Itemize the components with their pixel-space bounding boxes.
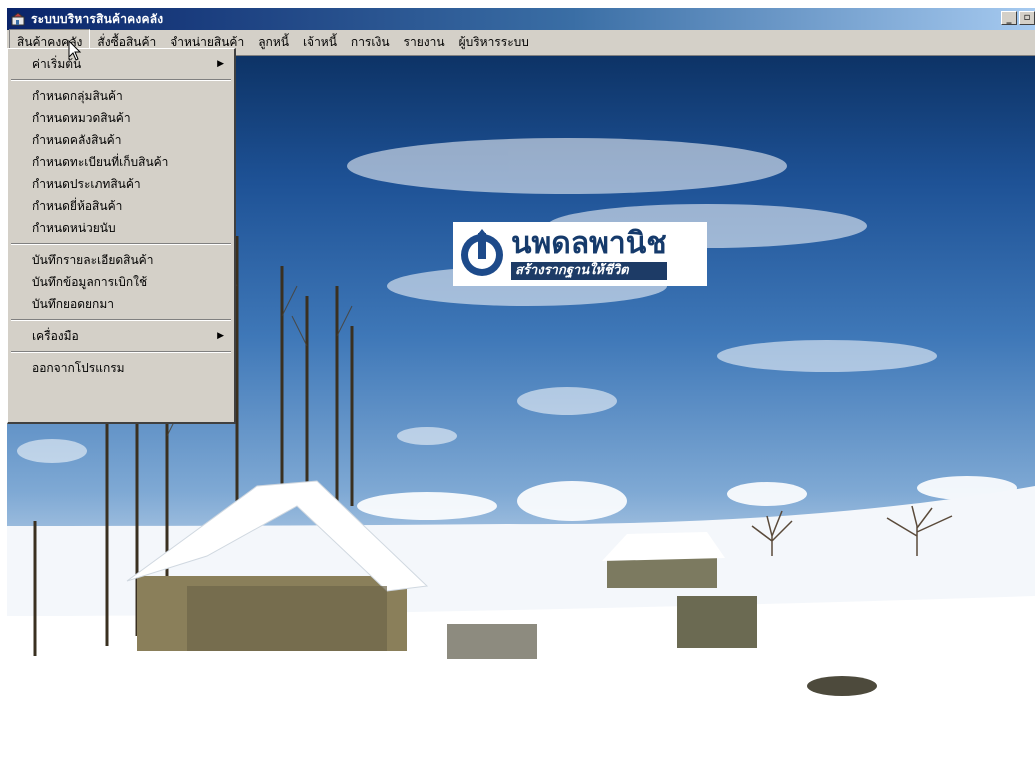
submenu-arrow-icon: ▶ xyxy=(217,59,224,69)
menu-item-brand[interactable]: กำหนดยี่ห้อสินค้า xyxy=(8,195,234,217)
menu-item-withdrawal[interactable]: บันทึกข้อมูลการเบิกใช้ xyxy=(8,271,234,293)
menu-separator xyxy=(11,79,231,81)
minimize-button[interactable]: _ xyxy=(1001,11,1017,25)
menu-admin[interactable]: ผู้บริหารระบบ xyxy=(452,30,536,55)
title-bar[interactable]: ระบบบริหารสินค้าคงคลัง _ ▫ xyxy=(7,8,1035,30)
restore-icon: ▫ xyxy=(1023,12,1031,23)
submenu-arrow-icon: ▶ xyxy=(217,331,224,341)
menu-item-product-group[interactable]: กำหนดกลุ่มสินค้า xyxy=(8,85,234,107)
menu-item-product-category[interactable]: กำหนดหมวดสินค้า xyxy=(8,107,234,129)
menu-receivables[interactable]: ลูกหนี้ xyxy=(251,30,296,55)
menu-separator xyxy=(11,351,231,353)
menu-separator xyxy=(11,243,231,245)
menu-reports[interactable]: รายงาน xyxy=(397,30,452,55)
minimize-icon: _ xyxy=(1006,13,1012,24)
menu-item-unit[interactable]: กำหนดหน่วยนับ xyxy=(8,217,234,239)
menu-item-label: เครื่องมือ xyxy=(32,329,79,343)
menu-item-warehouse[interactable]: กำหนดคลังสินค้า xyxy=(8,129,234,151)
menu-item-storage-location[interactable]: กำหนดทะเบียนที่เก็บสินค้า xyxy=(8,151,234,173)
mouse-cursor-icon xyxy=(68,39,82,65)
menu-item-tools[interactable]: เครื่องมือ ▶ xyxy=(8,325,234,347)
restore-button[interactable]: ▫ xyxy=(1019,11,1035,25)
company-logo: นพดลพานิช สร้างรากฐานให้ชีวิต xyxy=(453,222,707,286)
inventory-dropdown-menu: ค่าเริ่มต้น ▶ กำหนดกลุ่มสินค้า กำหนดหมวด… xyxy=(7,48,236,424)
logo-name: นพดลพานิช xyxy=(511,226,667,261)
menu-item-defaults[interactable]: ค่าเริ่มต้น ▶ xyxy=(8,53,234,75)
logo-emblem-icon xyxy=(457,227,507,282)
menu-separator xyxy=(11,319,231,321)
menu-item-product-details[interactable]: บันทึกรายละเอียดสินค้า xyxy=(8,249,234,271)
menu-item-exit[interactable]: ออกจากโปรแกรม xyxy=(8,357,234,379)
menu-payables[interactable]: เจ้าหนี้ xyxy=(296,30,344,55)
menu-item-opening-balance[interactable]: บันทึกยอดยกมา xyxy=(8,293,234,315)
logo-slogan: สร้างรากฐานให้ชีวิต xyxy=(511,262,667,280)
app-icon xyxy=(11,11,27,27)
menu-item-product-type[interactable]: กำหนดประเภทสินค้า xyxy=(8,173,234,195)
window-title: ระบบบริหารสินค้าคงคลัง xyxy=(31,11,164,26)
menu-finance[interactable]: การเงิน xyxy=(344,30,397,55)
